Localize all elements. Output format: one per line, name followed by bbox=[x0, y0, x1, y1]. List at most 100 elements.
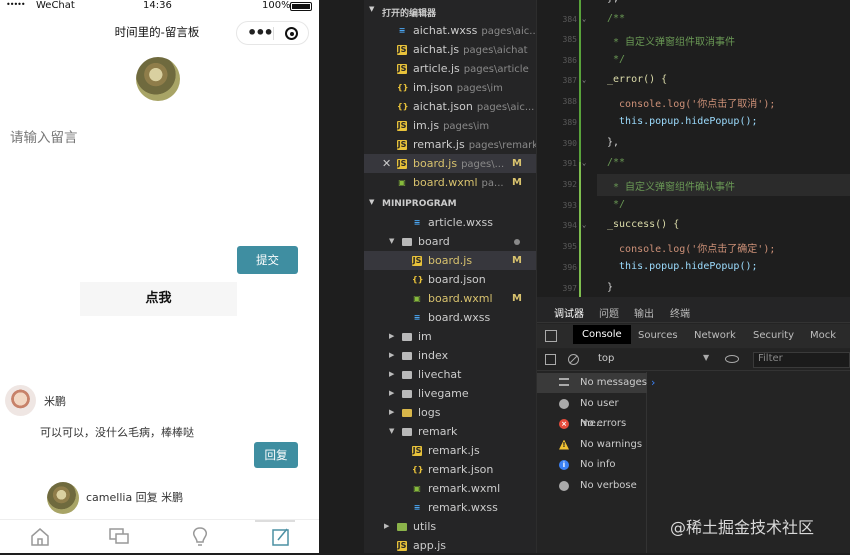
message-input[interactable]: 请输入留言 bbox=[10, 126, 78, 146]
tab-debugger[interactable]: 调试器 bbox=[554, 305, 584, 326]
message-filter-item[interactable]: ! No warnings bbox=[537, 435, 647, 455]
eye-icon[interactable] bbox=[725, 355, 739, 363]
tree-file[interactable]: {} board.json bbox=[364, 270, 536, 289]
fold-icon[interactable]: ⌄ bbox=[582, 221, 586, 229]
code-editor[interactable]: }, 384 /** ⌄ 385 * 自定义弹窗组件取消事件 386 */ 387 _erro… bbox=[537, 0, 850, 297]
inspect-icon[interactable] bbox=[545, 330, 557, 342]
more-icon[interactable]: ••• bbox=[247, 23, 274, 42]
open-editor-item[interactable]: ▣ board.wxml pa... M bbox=[364, 173, 536, 192]
context-select[interactable]: top bbox=[598, 353, 614, 364]
sidebar-toggle-icon[interactable] bbox=[545, 354, 556, 365]
file-path: pages\aic... bbox=[481, 26, 536, 37]
submit-button[interactable]: 提交 bbox=[237, 246, 298, 274]
css-file-icon: ≡ bbox=[398, 26, 406, 35]
close-target-icon[interactable] bbox=[285, 27, 298, 40]
message-filter-item[interactable]: i No info bbox=[537, 455, 647, 475]
comment-avatar bbox=[5, 385, 36, 416]
fold-icon[interactable]: ⌄ bbox=[582, 76, 586, 84]
tree-folder[interactable]: ▶ im bbox=[364, 327, 536, 346]
open-editor-item[interactable]: JS aichat.js pages\aichat bbox=[364, 40, 536, 59]
tree-folder[interactable]: ▶ livegame bbox=[364, 384, 536, 403]
fold-icon[interactable]: ⌄ bbox=[582, 159, 586, 167]
tree-folder[interactable]: ▼ remark bbox=[364, 422, 536, 441]
tree-folder[interactable]: ▶ index bbox=[364, 346, 536, 365]
open-editor-item[interactable]: JS article.js pages\article bbox=[364, 59, 536, 78]
tree-folder[interactable]: ▶ logs bbox=[364, 403, 536, 422]
tree-file[interactable]: ▣ board.wxml M bbox=[364, 289, 536, 308]
file-name: board.wxss bbox=[428, 311, 491, 324]
tree-file[interactable]: ≡ article.wxss bbox=[364, 213, 536, 232]
git-change-bar bbox=[579, 0, 581, 162]
tab-console[interactable]: Console bbox=[573, 325, 631, 344]
file-name: article.js bbox=[413, 62, 460, 75]
tab-security[interactable]: Security bbox=[753, 330, 794, 341]
open-editor-item[interactable]: ✕ JS board.js pages\... M bbox=[364, 154, 536, 173]
chevron-right-icon[interactable]: ▶ bbox=[389, 384, 394, 403]
line-number: 385 bbox=[562, 35, 577, 44]
clear-console-icon[interactable] bbox=[568, 354, 579, 365]
code-line: */ bbox=[607, 199, 626, 210]
message-filter-item[interactable]: × No errors bbox=[537, 414, 647, 434]
project-header[interactable]: ▼ MINIPROGRAM bbox=[364, 196, 536, 212]
file-name: logs bbox=[418, 406, 441, 419]
chevron-right-icon[interactable]: ▶ bbox=[389, 346, 394, 365]
chevron-down-icon[interactable]: ▼ bbox=[703, 353, 709, 362]
fold-icon[interactable]: ⌄ bbox=[582, 15, 586, 23]
open-editor-item[interactable]: ≡ aichat.wxss pages\aic... bbox=[364, 21, 536, 40]
tab-sources[interactable]: Sources bbox=[638, 330, 678, 341]
reply-button[interactable]: 回复 bbox=[254, 442, 298, 468]
file-name: article.wxss bbox=[428, 216, 493, 229]
open-editors-header[interactable]: ▼ 打开的编辑器 bbox=[364, 3, 536, 19]
chevron-right-icon[interactable]: ▶ bbox=[384, 517, 389, 536]
tab-mock[interactable]: Mock bbox=[810, 330, 836, 341]
tab-output[interactable]: 输出 bbox=[634, 305, 654, 320]
tab-network[interactable]: Network bbox=[694, 330, 736, 341]
watermark: @稀土掘金技术社区 bbox=[670, 518, 815, 537]
tree-folder[interactable]: ▼ board bbox=[364, 232, 536, 251]
tab-problems[interactable]: 问题 bbox=[599, 305, 619, 320]
comment-text: 可以可以，没什么毛病，棒棒哒 bbox=[40, 426, 194, 439]
file-name: app.js bbox=[413, 539, 446, 552]
message-filter-label: No errors bbox=[580, 418, 627, 429]
chevron-down-icon[interactable]: ▼ bbox=[389, 422, 394, 441]
message-filter-item[interactable]: No messages bbox=[537, 373, 647, 393]
tree-file[interactable]: JS app.js bbox=[364, 536, 536, 555]
close-icon[interactable]: ✕ bbox=[382, 154, 391, 173]
chevron-right-icon[interactable]: ▶ bbox=[389, 403, 394, 422]
tree-file[interactable]: ▣ remark.wxml bbox=[364, 479, 536, 498]
message-filter-item[interactable]: No verbose bbox=[537, 476, 647, 496]
filter-input[interactable]: Filter bbox=[753, 352, 850, 368]
file-name: livegame bbox=[418, 387, 469, 400]
error-icon: × bbox=[559, 419, 569, 429]
click-me-button[interactable]: 点我 bbox=[80, 282, 237, 316]
tab-terminal[interactable]: 终端 bbox=[670, 305, 690, 320]
bulb-icon[interactable] bbox=[189, 526, 211, 548]
tree-file[interactable]: {} remark.json bbox=[364, 460, 536, 479]
tree-file[interactable]: JS board.js M bbox=[364, 251, 536, 270]
tree-file[interactable]: ≡ board.wxss bbox=[364, 308, 536, 327]
chat-icon[interactable] bbox=[108, 526, 130, 548]
tree-file[interactable]: JS remark.js bbox=[364, 441, 536, 460]
chevron-down-icon[interactable]: ▼ bbox=[389, 232, 394, 251]
folder-icon bbox=[402, 390, 412, 398]
open-editor-item[interactable]: JS im.js pages\im bbox=[364, 116, 536, 135]
file-path: pages\... bbox=[461, 159, 505, 170]
file-path: pages\aic... bbox=[476, 102, 535, 113]
console-prompt[interactable]: › bbox=[651, 376, 655, 389]
tree-folder[interactable]: ▶ livechat bbox=[364, 365, 536, 384]
chevron-right-icon[interactable]: ▶ bbox=[389, 327, 394, 346]
code-line: /** bbox=[607, 13, 626, 24]
open-editor-item[interactable]: JS remark.js pages\remark bbox=[364, 135, 536, 154]
open-editor-item[interactable]: {} im.json pages\im bbox=[364, 78, 536, 97]
status-time: 14:36 bbox=[143, 0, 172, 11]
menu-capsule[interactable]: ••• bbox=[236, 21, 309, 45]
file-name: utils bbox=[413, 520, 437, 533]
edit-icon[interactable] bbox=[270, 526, 292, 548]
tree-file[interactable]: ≡ remark.wxss bbox=[364, 498, 536, 517]
js-file-icon: JS bbox=[397, 140, 407, 150]
open-editor-item[interactable]: {} aichat.json pages\aic... bbox=[364, 97, 536, 116]
message-filter-item[interactable]: No user me... bbox=[537, 394, 647, 429]
chevron-right-icon[interactable]: ▶ bbox=[389, 365, 394, 384]
tree-folder[interactable]: ▶ utils bbox=[364, 517, 536, 536]
home-icon[interactable] bbox=[29, 526, 51, 548]
